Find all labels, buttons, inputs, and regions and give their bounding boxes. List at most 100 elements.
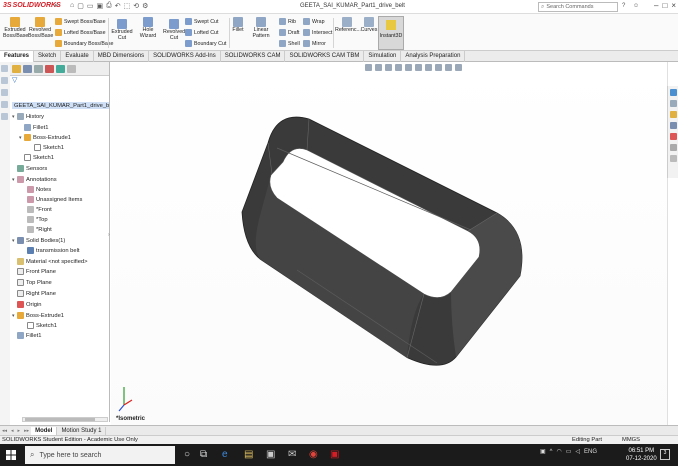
rib-button[interactable]: Rib <box>279 18 296 25</box>
display-manager-icon[interactable] <box>56 65 65 73</box>
tab-sketch[interactable]: Sketch <box>34 51 62 62</box>
print-icon[interactable]: ⎙ <box>106 2 112 10</box>
swept-cut-button[interactable]: Swept Cut <box>185 18 218 25</box>
scrollbar-thumb[interactable] <box>25 418 95 421</box>
network-icon[interactable]: ◠ <box>557 448 562 455</box>
appearances-icon[interactable] <box>670 133 677 140</box>
revolved-cut-button[interactable]: Revolved Cut <box>163 19 185 42</box>
tray-app-icon[interactable]: ▣ <box>540 448 546 455</box>
save-icon[interactable]: ▣ <box>96 2 103 10</box>
tab-evaluate[interactable]: Evaluate <box>61 51 94 62</box>
view-palette-icon[interactable] <box>670 122 677 129</box>
help-icon[interactable]: ? <box>622 3 625 9</box>
edge-browser-icon[interactable]: e <box>222 449 228 460</box>
view-orientation-icon[interactable] <box>405 64 412 71</box>
forum-icon[interactable] <box>670 155 677 162</box>
section-view-icon[interactable] <box>1 113 8 120</box>
minimize-icon[interactable]: – <box>654 1 658 10</box>
close-icon[interactable]: × <box>671 1 676 10</box>
battery-icon[interactable]: ▭ <box>566 448 572 455</box>
property-manager-icon[interactable] <box>23 65 32 73</box>
solidworks-logo[interactable]: 3SSOLIDWORKS ▸ <box>3 2 61 9</box>
last-tab-icon[interactable]: ▸▸ <box>22 428 31 434</box>
boundary-boss-button[interactable]: Boundary Boss/Base <box>55 40 113 47</box>
mirror-button[interactable]: Mirror <box>303 40 326 47</box>
tab-simulation[interactable]: Simulation <box>364 51 402 62</box>
rebuild-icon[interactable]: ⟲ <box>133 2 139 10</box>
tree-sensors[interactable]: Sensors <box>17 165 47 172</box>
tree-root-part[interactable]: GEETA_SAI_KUMAR_Part1_drive_b <box>12 102 109 109</box>
dimxpert-icon[interactable] <box>45 65 54 73</box>
tab-motion-study-1[interactable]: Motion Study 1 <box>57 426 107 435</box>
file-explorer-icon[interactable] <box>670 111 677 118</box>
tree-history-sketch1-b[interactable]: Sketch1 <box>24 154 54 161</box>
horizontal-scrollbar[interactable] <box>22 417 108 422</box>
tree-origin[interactable]: Origin <box>17 301 41 308</box>
zoom-area-icon[interactable] <box>375 64 382 71</box>
store-icon[interactable]: ▣ <box>266 449 275 460</box>
tree-top-plane[interactable]: Top Plane <box>17 279 52 286</box>
reference-geometry-button[interactable]: Referenc... <box>335 17 361 34</box>
tree-transmission-belt[interactable]: transmission belt <box>27 247 80 254</box>
hole-wizard-button[interactable]: Hole Wizard <box>134 17 162 40</box>
edit-appearance-icon[interactable] <box>435 64 442 71</box>
pointer-icon[interactable] <box>1 77 8 84</box>
fillet-button[interactable]: Fillet <box>231 17 245 34</box>
menu-arrow-icon[interactable]: ▸ <box>55 2 58 9</box>
tree-right-plane[interactable]: Right Plane <box>17 290 56 297</box>
apply-scene-icon[interactable] <box>445 64 452 71</box>
volume-icon[interactable]: ◁ <box>575 448 580 455</box>
wrap-button[interactable]: Wrap <box>303 18 325 25</box>
tab-mbd-dimensions[interactable]: MBD Dimensions <box>94 51 150 62</box>
chrome-icon[interactable]: ◉ <box>309 449 318 460</box>
display-style-icon[interactable] <box>415 64 422 71</box>
swept-boss-button[interactable]: Swept Boss/Base <box>55 18 106 25</box>
tab-solidworks-add-ins[interactable]: SOLIDWORKS Add-Ins <box>149 51 221 62</box>
solidworks-resources-icon[interactable] <box>670 89 677 96</box>
tree-history[interactable]: ▾ History <box>12 113 44 120</box>
tree-unassigned-items[interactable]: Unassigned Items <box>27 196 82 203</box>
tree-material[interactable]: Material <not specified> <box>17 258 88 265</box>
markup-icon[interactable] <box>1 101 8 108</box>
tree-sketch1[interactable]: Sketch1 <box>27 322 57 329</box>
home-icon[interactable]: ⌂ <box>70 2 74 10</box>
configuration-manager-icon[interactable] <box>34 65 43 73</box>
tree-notes[interactable]: Notes <box>27 186 51 193</box>
view-settings-icon[interactable] <box>455 64 462 71</box>
tab-solidworks-cam[interactable]: SOLIDWORKS CAM <box>221 51 286 62</box>
solidworks-taskbar-icon[interactable]: ▣ <box>330 449 339 460</box>
new-document-icon[interactable]: ▢ <box>77 2 84 10</box>
user-icon[interactable]: ☺ <box>633 3 639 9</box>
previous-view-icon[interactable] <box>385 64 392 71</box>
taskbar-search-input[interactable]: ⌕ Type here to search <box>25 446 175 464</box>
design-library-icon[interactable] <box>670 100 677 107</box>
unit-system[interactable]: MMGS <box>622 437 640 443</box>
maximize-icon[interactable]: □ <box>662 1 667 10</box>
windows-start-icon[interactable] <box>6 450 16 460</box>
show-hidden-icons-icon[interactable]: ^ <box>550 449 553 455</box>
instant3d-button[interactable]: Instant3D <box>378 16 404 50</box>
curves-button[interactable]: Curves <box>360 17 378 34</box>
tab-solidworks-cam-tbm[interactable]: SOLIDWORKS CAM TBM <box>285 51 365 62</box>
tab-model[interactable]: Model <box>31 426 58 435</box>
notification-center-icon[interactable]: 3 <box>660 449 670 460</box>
language-indicator[interactable]: ENG <box>584 449 597 455</box>
tree-history-sketch1[interactable]: Sketch1 <box>34 144 64 151</box>
sketch-tool-icon[interactable] <box>1 65 8 72</box>
tree-solid-bodies[interactable]: ▾ Solid Bodies(1) <box>12 237 65 244</box>
extruded-boss-button[interactable]: Extruded Boss/Base <box>3 17 28 40</box>
zoom-to-fit-icon[interactable] <box>365 64 372 71</box>
taskbar-clock[interactable]: 06:51 PM 07-12-2020 <box>626 447 657 463</box>
open-folder-icon[interactable]: ▭ <box>87 2 94 10</box>
linear-pattern-button[interactable]: Linear Pattern <box>246 17 276 40</box>
revolved-boss-button[interactable]: Revolved Boss/Base <box>28 17 53 40</box>
tree-front-plane[interactable]: Front Plane <box>17 268 56 275</box>
mail-icon[interactable]: ✉ <box>288 449 296 460</box>
tree-history-fillet1[interactable]: Fillet1 <box>24 124 48 131</box>
tree-top-view[interactable]: *Top <box>27 216 48 223</box>
graphics-area[interactable] <box>111 62 667 425</box>
tree-annotations[interactable]: ▾ Annotations <box>12 176 57 183</box>
undo-icon[interactable]: ↶ <box>115 2 121 10</box>
section-view-icon[interactable] <box>395 64 402 71</box>
intersect-button[interactable]: Intersect <box>303 29 332 36</box>
